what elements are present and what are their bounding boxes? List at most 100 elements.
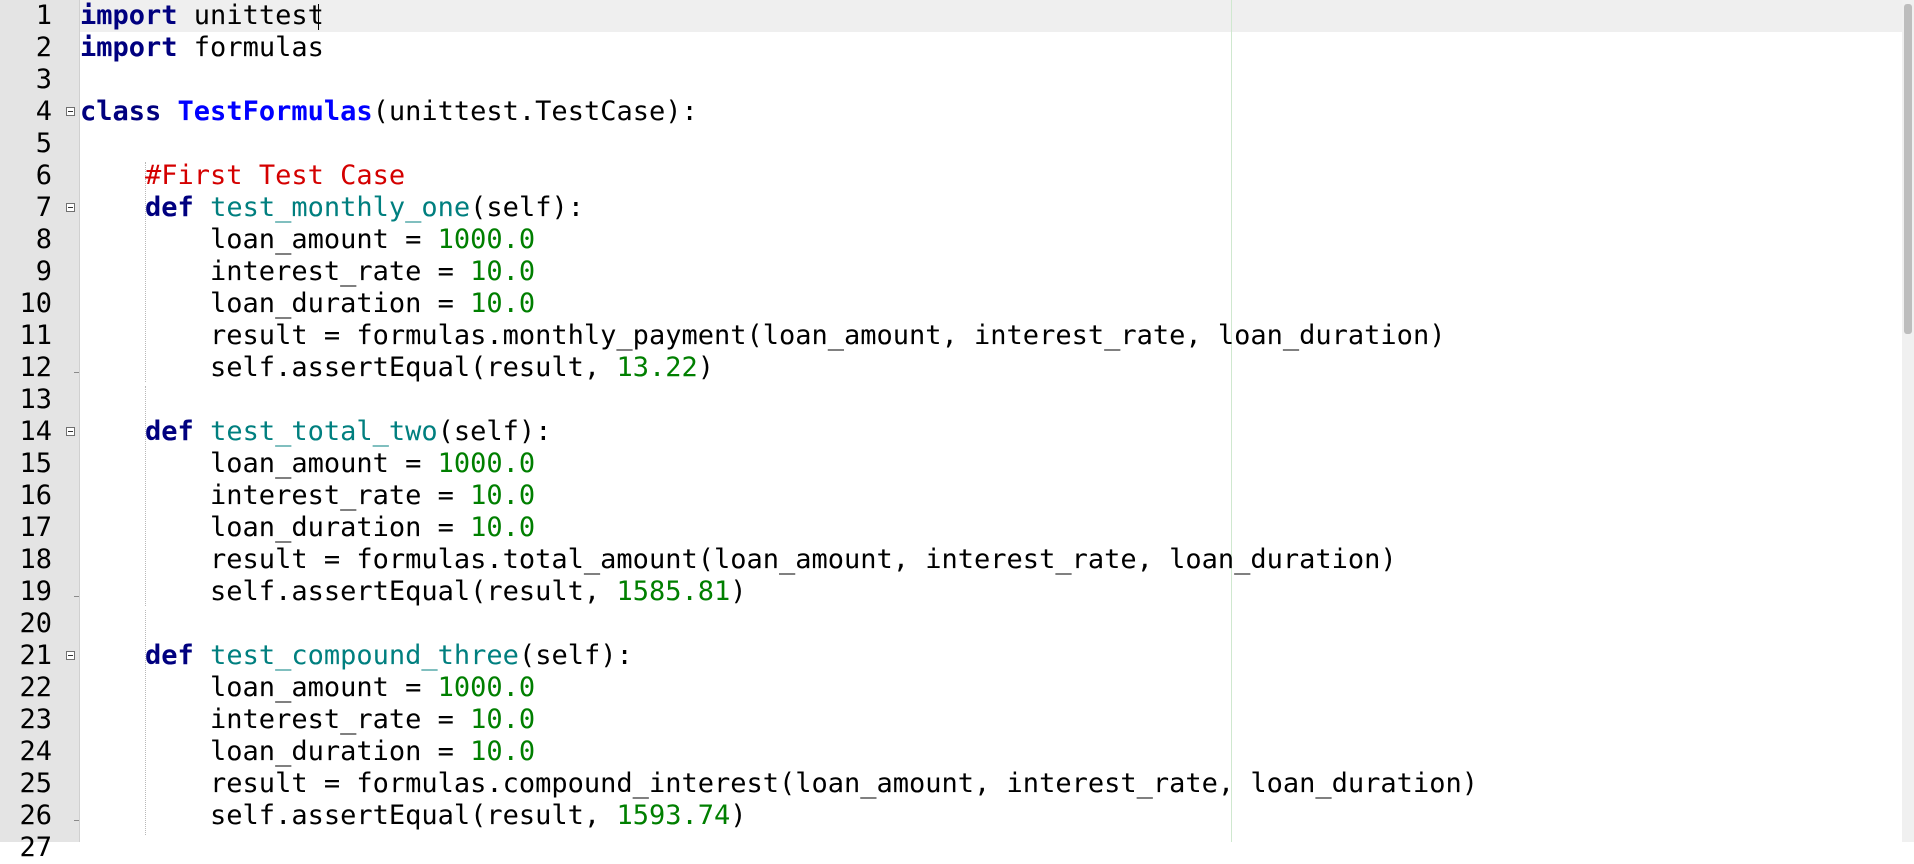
line-number: 2 xyxy=(35,32,52,63)
code-token: loan_amount = xyxy=(80,448,438,479)
code-line[interactable]: loan_amount = 1000.0 xyxy=(80,448,535,480)
class-name-token: TestFormulas xyxy=(177,96,373,127)
code-token: self.assertEqual(result, xyxy=(80,352,617,383)
code-line[interactable]: result = formulas.compound_interest(loan… xyxy=(80,768,1478,800)
code-token: interest_rate = xyxy=(80,704,471,735)
line-number-gutter[interactable]: 1 2 3 4 5 6 7 8 9 10 11 12 13 14 15 16 17 18 19 20 21 22 23 24 2… xyxy=(0,0,80,863)
fold-toggle-icon[interactable] xyxy=(66,651,75,660)
fold-toggle-icon[interactable] xyxy=(66,427,75,436)
keyword-token: def xyxy=(145,416,194,447)
fold-end-marker xyxy=(74,820,79,821)
code-token: (self): xyxy=(437,416,552,447)
code-line[interactable]: interest_rate = 10.0 xyxy=(80,704,535,736)
code-token: formulas xyxy=(177,32,324,63)
code-line[interactable]: result = formulas.total_amount(loan_amou… xyxy=(80,544,1397,576)
code-token: ) xyxy=(730,800,747,831)
keyword-token: def xyxy=(145,192,194,223)
line-number: 19 xyxy=(19,576,52,607)
line-number: 25 xyxy=(19,768,52,799)
line-number: 22 xyxy=(19,672,52,703)
code-line[interactable]: def test_total_two(self): xyxy=(80,416,551,448)
line-number: 12 xyxy=(19,352,52,383)
code-line[interactable]: loan_duration = 10.0 xyxy=(80,736,535,768)
code-line[interactable]: loan_amount = 1000.0 xyxy=(80,224,535,256)
code-token: (self): xyxy=(518,640,633,671)
number-token: 1593.74 xyxy=(616,800,731,831)
keyword-token: import xyxy=(80,0,178,31)
line-number: 23 xyxy=(19,704,52,735)
keyword-token: import xyxy=(80,32,178,63)
comment-token: #First Test Case xyxy=(145,160,406,191)
number-token: 10.0 xyxy=(470,704,536,735)
code-token: loan_duration = xyxy=(80,736,471,767)
code-token: (self): xyxy=(470,192,584,223)
line-number: 14 xyxy=(19,416,52,447)
code-token: self.assertEqual(result, xyxy=(80,800,617,831)
code-token: self.assertEqual(result, xyxy=(80,576,617,607)
line-number: 4 xyxy=(35,96,52,127)
code-line[interactable]: self.assertEqual(result, 13.22) xyxy=(80,352,714,384)
number-token: 10.0 xyxy=(470,288,536,319)
code-token: interest_rate = xyxy=(80,480,471,511)
line-number: 26 xyxy=(19,800,52,831)
code-line[interactable]: import formulas xyxy=(80,32,324,64)
code-line[interactable]: self.assertEqual(result, 1585.81) xyxy=(80,576,747,608)
number-token: 10.0 xyxy=(470,480,536,511)
code-line[interactable]: def test_monthly_one(self): xyxy=(80,192,584,224)
code-token: unittest xyxy=(177,0,324,31)
long-line-marker xyxy=(1231,0,1232,842)
code-token: result = formulas.compound_interest(loan… xyxy=(80,768,1478,799)
number-token: 10.0 xyxy=(470,736,536,767)
code-line[interactable]: result = formulas.monthly_payment(loan_a… xyxy=(80,320,1445,352)
code-line[interactable]: loan_duration = 10.0 xyxy=(80,512,535,544)
number-token: 10.0 xyxy=(470,256,536,287)
code-token: (unittest.TestCase): xyxy=(372,96,698,127)
number-token: 1585.81 xyxy=(616,576,731,607)
keyword-token: def xyxy=(145,640,194,671)
code-token: result = formulas.total_amount(loan_amou… xyxy=(80,544,1397,575)
keyword-token: class xyxy=(80,96,162,127)
line-number: 20 xyxy=(19,608,52,639)
line-number: 18 xyxy=(19,544,52,575)
code-line[interactable]: def test_compound_three(self): xyxy=(80,640,633,672)
number-token: 1000.0 xyxy=(437,448,536,479)
code-token: ) xyxy=(730,576,747,607)
line-number: 11 xyxy=(19,320,52,351)
code-line[interactable]: self.assertEqual(result, 1593.74) xyxy=(80,800,747,832)
code-line[interactable]: #First Test Case xyxy=(80,160,405,192)
code-line[interactable]: import unittest xyxy=(80,0,324,32)
code-token: ) xyxy=(697,352,714,383)
code-editor[interactable]: 1 2 3 4 5 6 7 8 9 10 11 12 13 14 15 16 17 18 19 20 21 22 23 24 2… xyxy=(0,0,1914,863)
function-name-token: test_compound_three xyxy=(210,640,519,671)
line-number: 17 xyxy=(19,512,52,543)
line-number: 27 xyxy=(19,832,52,863)
code-token: result = formulas.monthly_payment(loan_a… xyxy=(80,320,1446,351)
code-token: loan_duration = xyxy=(80,288,471,319)
line-number: 3 xyxy=(35,64,52,95)
code-token: loan_amount = xyxy=(80,672,438,703)
number-token: 13.22 xyxy=(616,352,698,383)
line-number: 1 xyxy=(35,0,52,31)
line-number: 21 xyxy=(19,640,52,671)
code-line[interactable]: loan_duration = 10.0 xyxy=(80,288,535,320)
fold-toggle-icon[interactable] xyxy=(66,203,75,212)
vertical-scrollbar[interactable] xyxy=(1902,0,1914,842)
code-token: loan_duration = xyxy=(80,512,471,543)
fold-end-marker xyxy=(74,372,79,373)
code-line[interactable]: interest_rate = 10.0 xyxy=(80,480,535,512)
code-line[interactable]: class TestFormulas(unittest.TestCase): xyxy=(80,96,698,128)
fold-toggle-icon[interactable] xyxy=(66,107,75,116)
code-line[interactable]: interest_rate = 10.0 xyxy=(80,256,535,288)
code-token: loan_amount = xyxy=(80,224,438,255)
code-line[interactable]: loan_amount = 1000.0 xyxy=(80,672,535,704)
number-token: 1000.0 xyxy=(437,672,536,703)
scrollbar-thumb[interactable] xyxy=(1904,4,1912,334)
text-cursor xyxy=(318,4,319,30)
